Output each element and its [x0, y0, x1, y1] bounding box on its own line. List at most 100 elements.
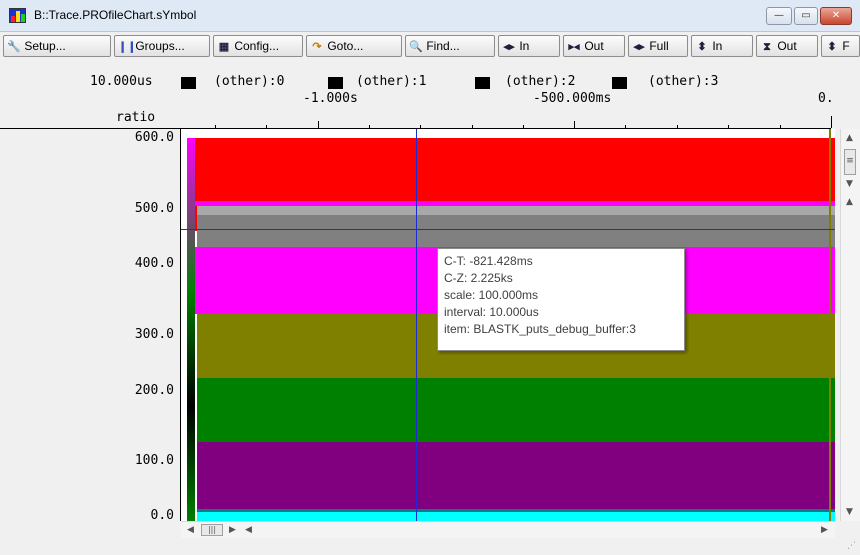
- time-minor-tick: [625, 125, 626, 128]
- zoom-in-button[interactable]: ◂▸ In: [498, 35, 560, 57]
- band-gray: [197, 215, 835, 247]
- goto-button[interactable]: ↷ Goto...: [306, 35, 402, 57]
- y-tick-label: 600.0: [134, 130, 174, 145]
- fit-button[interactable]: ⬍ F: [821, 35, 860, 57]
- vertical-scrollbar[interactable]: ▲ ≡ ▼ ▲ ▼: [840, 129, 860, 521]
- time-minor-tick: [523, 125, 524, 128]
- interval-value: 10.000us: [90, 74, 153, 89]
- config-icon: ▦: [218, 41, 230, 53]
- legend-swatch-3: [612, 77, 627, 89]
- scroll-left-small-arrow-icon[interactable]: ◀: [245, 525, 252, 535]
- full-button[interactable]: ◂▸ Full: [628, 35, 688, 57]
- legend-swatch-0: [181, 77, 196, 89]
- cursor-tooltip: C-T: -821.428ms C-Z: 2.225ks scale: 100.…: [437, 248, 685, 351]
- zoom-in-label: In: [519, 39, 530, 53]
- scroll-right-arrow-icon[interactable]: ▶: [821, 525, 828, 535]
- vertical-zoom-in-button[interactable]: ⬍ In: [691, 35, 753, 57]
- hscroll-thumb[interactable]: |||: [201, 524, 223, 536]
- legend-label-3: (other):3: [648, 74, 719, 89]
- config-button[interactable]: ▦ Config...: [213, 35, 303, 57]
- status-bar: ⋰: [0, 538, 860, 555]
- header-divider: [0, 128, 181, 129]
- time-minor-tick: [266, 125, 267, 128]
- y-tick-label: 500.0: [134, 201, 174, 216]
- window-title: B::Trace.PROfileChart.sYmbol: [34, 8, 197, 22]
- time-tick: [831, 116, 832, 128]
- zoom-out-vertical-icon: ⧗: [763, 41, 771, 53]
- groups-icon: ❙❙: [118, 41, 137, 53]
- cursor-horizontal-line[interactable]: [181, 229, 835, 230]
- scroll-right-small-arrow-icon[interactable]: ▶: [229, 525, 236, 535]
- vertical-zoom-out-button[interactable]: ⧗ Out: [756, 35, 818, 57]
- scroll-up-arrow-icon[interactable]: ▲: [846, 133, 853, 143]
- time-tick-label: -1.000s: [303, 91, 358, 106]
- time-minor-tick: [472, 125, 473, 128]
- tooltip-interval: interval: 10.000us: [444, 305, 539, 319]
- goto-arrow-icon: ↷: [312, 41, 322, 53]
- time-tick: [318, 121, 319, 128]
- legend-label-1: (other):1: [356, 74, 427, 89]
- scroll-down-small-arrow-icon[interactable]: ▼: [846, 179, 853, 189]
- fit-vertical-icon: ⬍: [827, 41, 837, 53]
- app-icon: [9, 8, 26, 23]
- zoom-out-label: Out: [584, 39, 604, 53]
- band-cyan: [197, 512, 835, 521]
- band-lightgray: [197, 206, 835, 215]
- legend-swatch-1: [328, 77, 343, 89]
- binoculars-icon: 🔍: [409, 41, 423, 53]
- y-tick-label: 200.0: [134, 383, 174, 398]
- setup-label: Setup...: [24, 39, 66, 53]
- time-minor-tick: [780, 125, 781, 128]
- setup-button[interactable]: 🔧 Setup...: [3, 35, 111, 57]
- time-minor-tick: [728, 125, 729, 128]
- goto-label: Goto...: [327, 39, 364, 53]
- vertical-zoom-in-label: In: [712, 39, 723, 53]
- legend-swatch-2: [475, 77, 490, 89]
- band-purple: [197, 442, 835, 509]
- y-tick-label: 300.0: [134, 327, 174, 342]
- find-label: Find...: [426, 39, 460, 53]
- toolbar: 🔧 Setup... ❙❙ Groups... ▦ Config... ↷ Go…: [0, 33, 860, 59]
- time-minor-tick: [369, 125, 370, 128]
- find-button[interactable]: 🔍 Find...: [405, 35, 495, 57]
- time-minor-tick: [420, 125, 421, 128]
- scroll-thumb[interactable]: ≡: [844, 149, 856, 175]
- resize-grip-icon[interactable]: ⋰: [847, 541, 856, 551]
- time-minor-tick: [215, 125, 216, 128]
- tooltip-scale: scale: 100.000ms: [444, 288, 539, 302]
- zoom-in-horizontal-icon: ◂▸: [503, 41, 515, 53]
- config-label: Config...: [234, 39, 280, 53]
- band-green: [197, 378, 835, 442]
- time-minor-tick: [677, 125, 678, 128]
- scroll-left-arrow-icon[interactable]: ◀: [187, 525, 194, 535]
- minimize-button[interactable]: —: [766, 7, 792, 25]
- leading-edge-transition: [187, 138, 195, 521]
- y-tick-label: 100.0: [134, 453, 174, 468]
- tooltip-ct: C-T: -821.428ms: [444, 254, 533, 268]
- vertical-zoom-out-label: Out: [777, 39, 797, 53]
- zoom-out-button[interactable]: ▸◂ Out: [563, 35, 625, 57]
- legend-label-2: (other):2: [505, 74, 576, 89]
- title-bar: B::Trace.PROfileChart.sYmbol — ▭ ✕: [0, 0, 860, 32]
- time-tick: [574, 121, 575, 128]
- full-range-icon: ◂▸: [633, 41, 645, 53]
- horizontal-scrollbar[interactable]: ◀ ||| ▶ ◀ ▶: [181, 521, 835, 538]
- scroll-up-small-arrow-icon[interactable]: ▲: [846, 197, 853, 207]
- zoom-out-horizontal-icon: ▸◂: [568, 41, 580, 53]
- zoom-in-vertical-icon: ⬍: [697, 41, 707, 53]
- y-tick-label: 0.0: [150, 508, 174, 523]
- cursor-vertical-line[interactable]: [416, 129, 417, 521]
- scroll-down-arrow-icon[interactable]: ▼: [846, 507, 853, 517]
- time-tick-label: -500.000ms: [533, 91, 612, 106]
- fit-label: F: [842, 39, 850, 53]
- groups-button[interactable]: ❙❙ Groups...: [114, 35, 210, 57]
- time-tick-label: 0.: [818, 91, 834, 106]
- wrench-icon: 🔧: [7, 41, 21, 53]
- trailing-edge: [829, 129, 831, 521]
- full-label: Full: [649, 39, 669, 53]
- y-tick-label: 400.0: [134, 256, 174, 271]
- tooltip-cz: C-Z: 2.225ks: [444, 271, 513, 285]
- maximize-button[interactable]: ▭: [794, 7, 818, 25]
- y-axis-title: ratio: [116, 110, 156, 125]
- close-button[interactable]: ✕: [820, 7, 852, 25]
